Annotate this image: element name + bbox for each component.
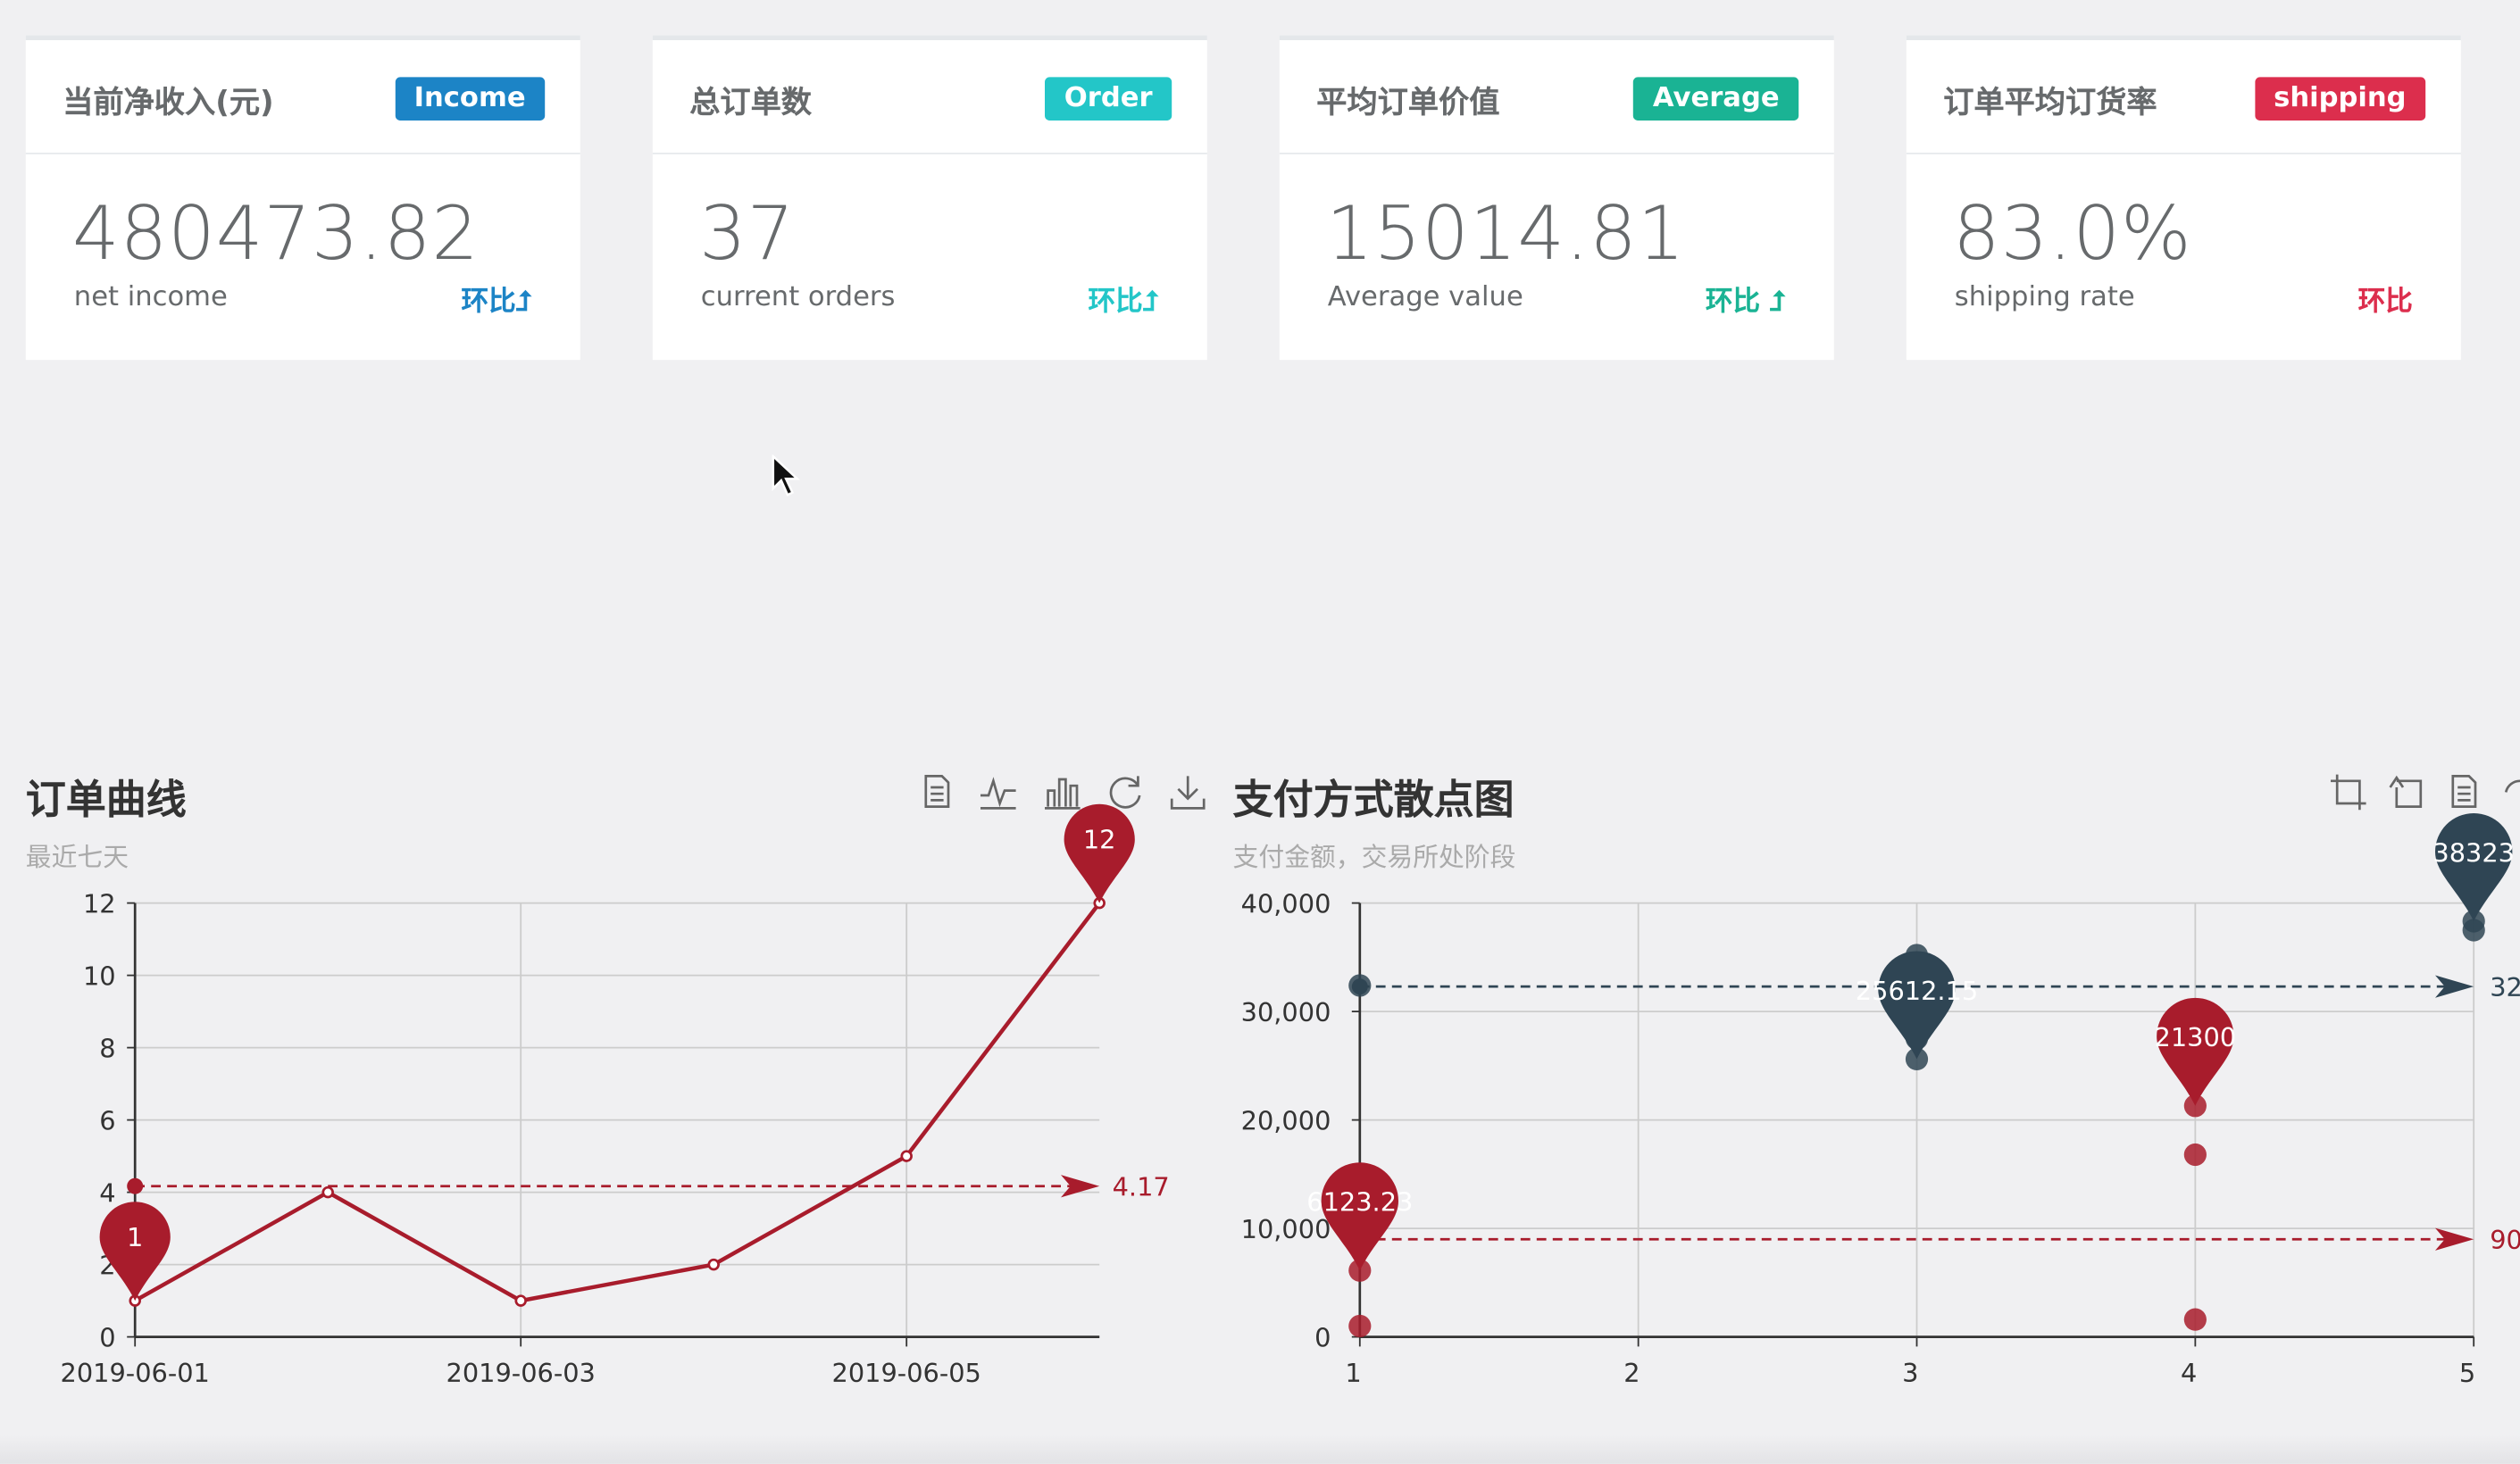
mark-point-label: 1 — [127, 1222, 143, 1252]
y-tick-label: 8 — [99, 1033, 115, 1063]
card-subtitle: net income — [73, 281, 228, 313]
y-tick-label: 20,000 — [1241, 1105, 1331, 1135]
x-tick-label: 5 — [2459, 1358, 2475, 1388]
y-tick-label: 40,000 — [1241, 888, 1331, 919]
card-title: 总订单数 — [689, 85, 813, 121]
order-line-chart: 0246810122019-06-01 2019-06-03 2019-06-054… — [61, 803, 1170, 1388]
card-value: 83.0% — [1953, 189, 2192, 277]
y-tick-label: 10,000 — [1241, 1214, 1331, 1244]
y-tick-label: 30,000 — [1241, 997, 1331, 1027]
income-badge: Income — [395, 77, 546, 121]
data-point — [514, 1294, 527, 1307]
trend-indicator: 环比 ⮥ — [1705, 286, 1786, 319]
card-title: 订单平均订货率 — [1943, 85, 2157, 121]
scatter-point — [1348, 974, 1372, 997]
scatter-point — [1348, 1314, 1372, 1338]
mark-point-label: 21300 — [2155, 1022, 2237, 1052]
card-value: 480473.82 — [72, 189, 480, 277]
average-card: 平均订单价值 Average 15014.81 Average value 环比… — [1279, 35, 1834, 361]
card-header: 平均订单价值 Average — [1279, 40, 1834, 154]
card-value: 15014.81 — [1326, 189, 1686, 277]
mark-point-label: 12 — [1083, 824, 1116, 854]
card-title: 当前净收入(元) — [63, 85, 274, 121]
card-value: 37 — [699, 189, 796, 277]
order-series-line — [134, 902, 1101, 1303]
scatter-point — [2183, 1308, 2207, 1331]
x-tick-label: 1 — [1345, 1358, 1361, 1388]
mouse-cursor-icon — [772, 454, 800, 497]
data-point — [321, 1185, 334, 1199]
card-subtitle: shipping rate — [1954, 281, 2135, 313]
x-tick-label: 2019-06-03 — [446, 1358, 596, 1388]
y-tick-label: 6 — [99, 1105, 115, 1135]
y-tick-label: 4 — [99, 1177, 115, 1208]
y-tick-label: 0 — [1314, 1322, 1331, 1352]
bottom-scroll-shadow — [0, 1435, 2520, 1464]
mark-point-label: 38323 — [2432, 837, 2515, 868]
average-badge: Average — [1633, 77, 1799, 121]
data-point — [707, 1258, 720, 1271]
order-badge: Order — [1045, 77, 1172, 121]
card-header: 当前净收入(元) Income — [25, 40, 580, 154]
card-subtitle: Average value — [1327, 281, 1523, 313]
mark-line-arrow — [1061, 1175, 1100, 1198]
trend-indicator: 环比⮥ — [461, 286, 532, 319]
order-card: 总订单数 Order 37 current orders 环比⮥ — [652, 35, 1207, 361]
card-subtitle: current orders — [700, 281, 896, 313]
scatter-point — [2183, 1143, 2207, 1167]
card-title: 平均订单价值 — [1316, 85, 1500, 121]
mark-line-label: 90 — [2490, 1225, 2520, 1255]
x-tick-label: 2 — [1623, 1358, 1640, 1388]
mark-point-label: 25612.15 — [1856, 976, 1978, 1006]
scatter-point — [2462, 919, 2485, 942]
payment-scatter-chart: 0 10,000 20,000 30,000 40,000 1 2 3 4 5 32 90 25612.… — [1241, 813, 2520, 1388]
trend-indicator: 环比⮥ — [1088, 286, 1159, 319]
card-header: 订单平均订货率 shipping — [1906, 40, 2461, 154]
y-tick-label: 12 — [83, 888, 116, 919]
dashboard: 当前净收入(元) Income 480473.82 net income 环比⮥… — [0, 0, 2520, 1464]
trend-indicator: 环比 — [2357, 286, 2413, 319]
x-tick-label: 3 — [1902, 1358, 1918, 1388]
y-tick-label: 0 — [99, 1322, 115, 1352]
income-card: 当前净收入(元) Income 480473.82 net income 环比⮥ — [25, 35, 580, 361]
x-tick-label: 4 — [2181, 1358, 2197, 1388]
mark-line-label: 32 — [2490, 972, 2520, 1002]
y-tick-label: 10 — [83, 961, 116, 991]
shipping-card: 订单平均订货率 shipping 83.0% shipping rate 环比 — [1906, 35, 2461, 361]
mark-line-label: 4.17 — [1113, 1172, 1170, 1202]
x-tick-label: 2019-06-01 — [61, 1358, 210, 1388]
x-tick-label: 2019-06-05 — [832, 1358, 981, 1388]
shipping-badge: shipping — [2254, 77, 2426, 121]
card-header: 总订单数 Order — [652, 40, 1207, 154]
data-point — [900, 1150, 913, 1162]
mark-point-label: 6123.23 — [1306, 1187, 1413, 1218]
